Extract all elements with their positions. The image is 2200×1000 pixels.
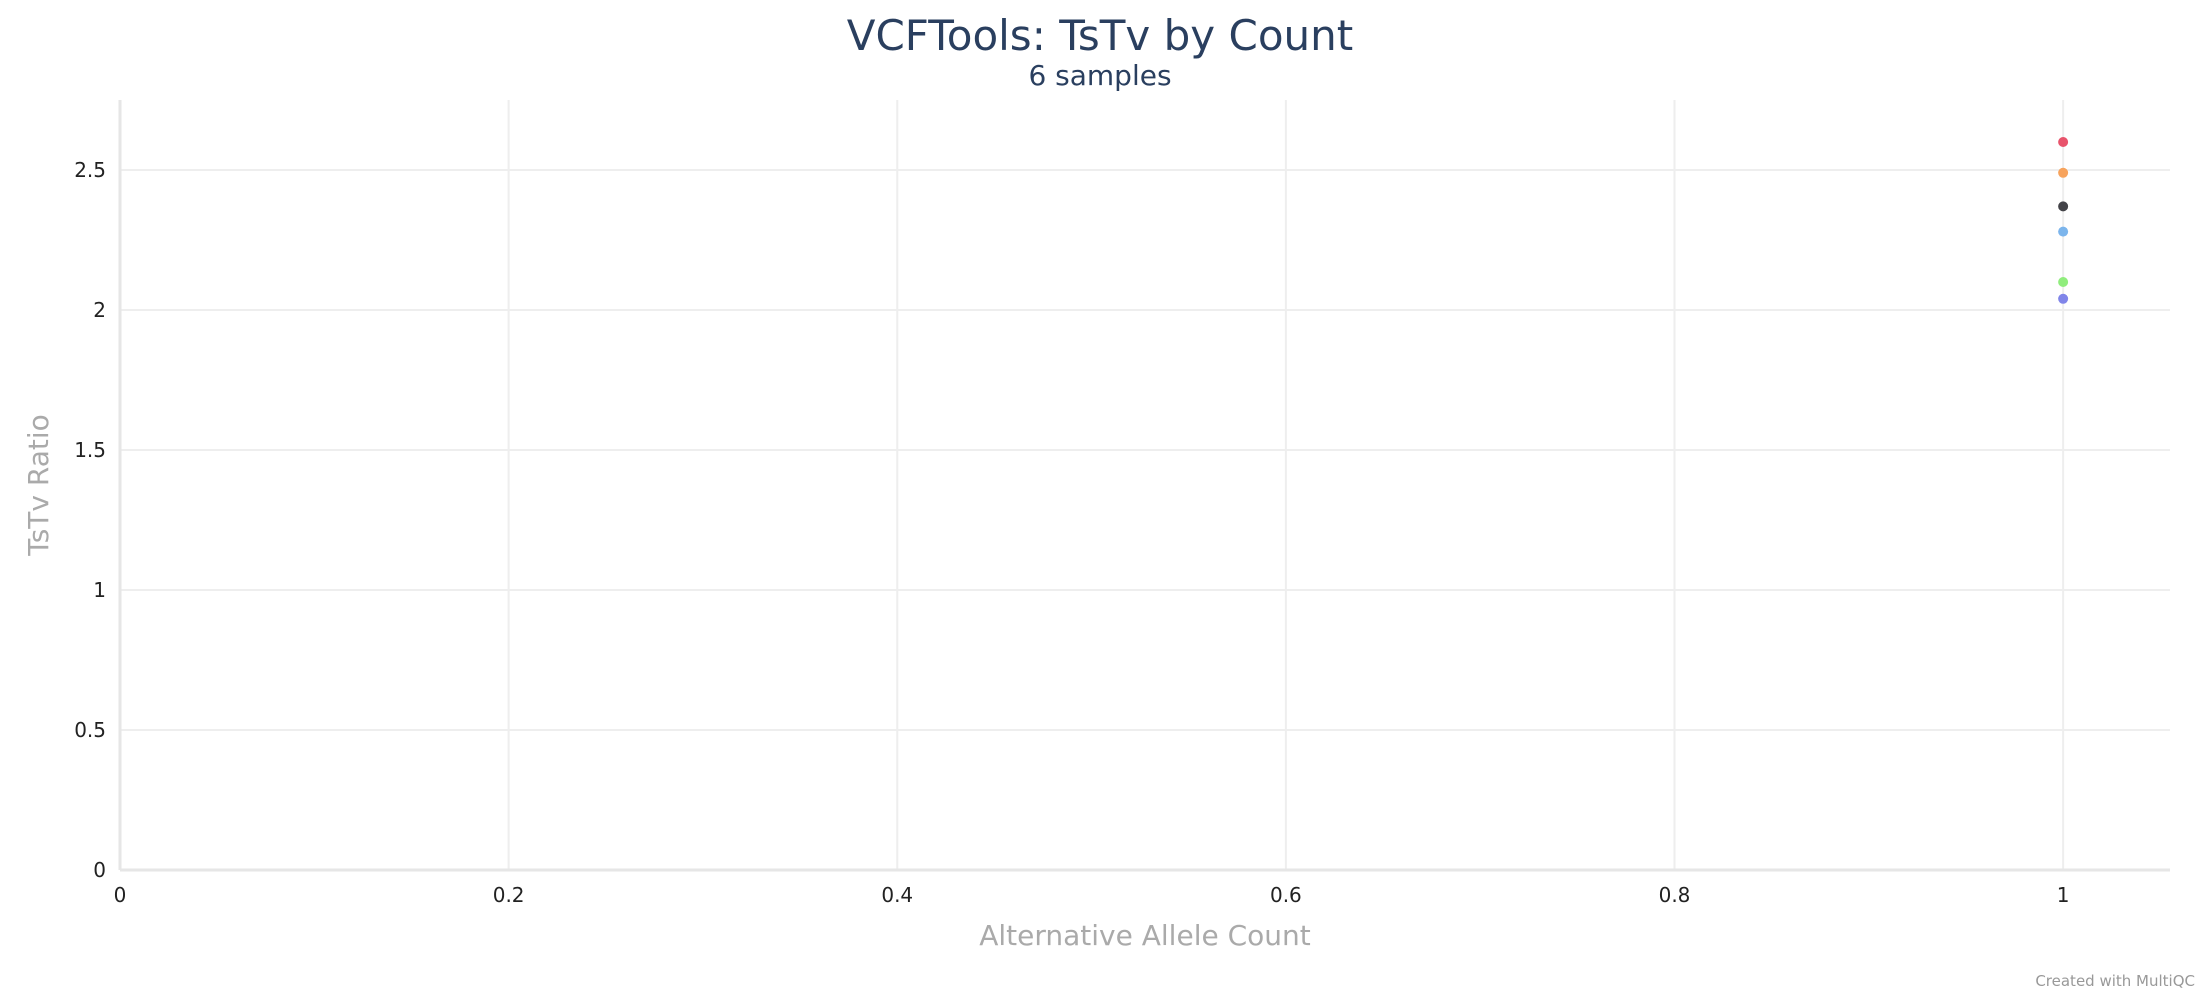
y-tick-label: 1.5 [74,438,106,462]
x-tick-label: 0.8 [1659,883,1691,907]
data-point-series-2[interactable] [2058,167,2069,178]
tick-label-layer: 0 0.2 0.4 0.6 0.8 1 0 0.5 1 1.5 2 2.5 [74,158,2069,907]
x-axis-title: Alternative Allele Count [979,919,1311,952]
data-point-series-3[interactable] [2058,201,2069,212]
y-axis-title: TsTv Ratio [22,414,55,557]
multiqc-credit: Created with MultiQC [2035,972,2195,990]
tstv-scatter-chart: 0 0.2 0.4 0.6 0.8 1 0 0.5 1 1.5 2 2.5 VCFTools: TsT… [22,11,2195,990]
data-point-series-1[interactable] [2058,137,2069,147]
chart-subtitle: 6 samples [1028,59,1171,92]
y-tick-label: 0.5 [74,718,106,742]
chart-container: 0 0.2 0.4 0.6 0.8 1 0 0.5 1 1.5 2 2.5 VCFTools: TsT… [0,0,2200,1000]
chart-title: VCFTools: TsTv by Count [847,11,1353,60]
axis-layer [118,100,2170,872]
x-tick-label: 0.6 [1270,883,1302,907]
data-point-series-5[interactable] [2058,277,2069,287]
x-tick-label: 0 [114,883,127,907]
x-tick-label: 1 [2057,883,2070,907]
y-tick-label: 2.5 [74,158,106,182]
y-tick-label: 2 [93,298,106,322]
y-tick-label: 0 [93,858,106,882]
grid-layer [120,100,2170,870]
x-tick-label: 0.4 [881,883,913,907]
data-point-series-6[interactable] [2058,293,2069,304]
y-tick-label: 1 [93,578,106,602]
data-point-series-4[interactable] [2058,226,2069,237]
x-tick-label: 0.2 [493,883,525,907]
